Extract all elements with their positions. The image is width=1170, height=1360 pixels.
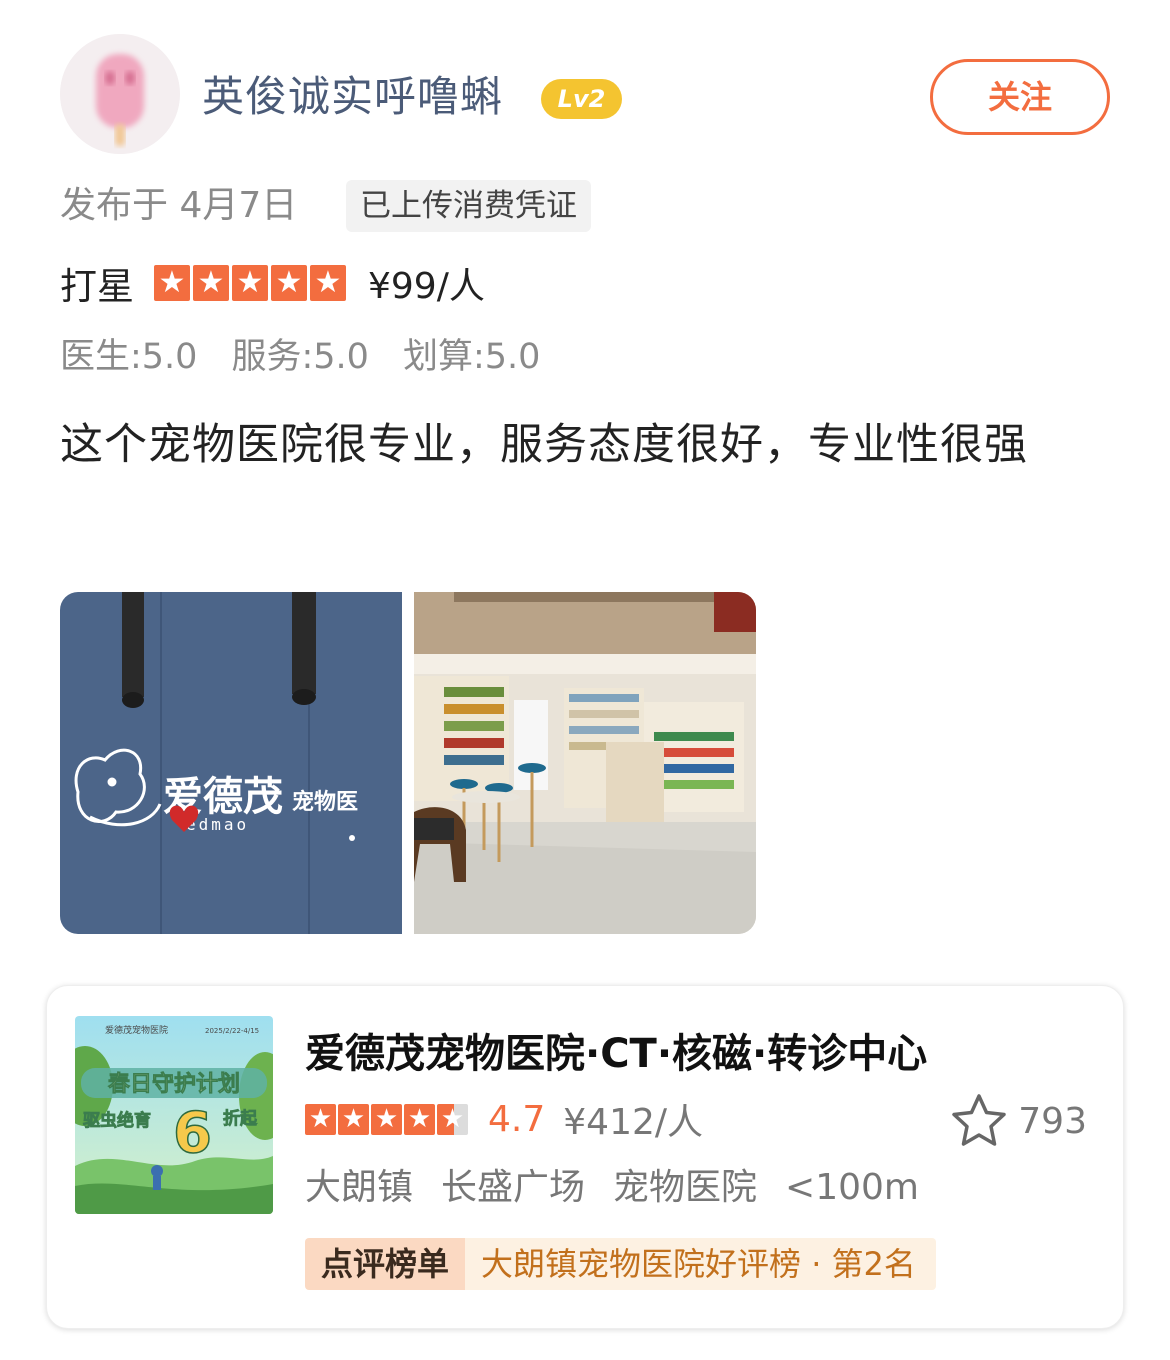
location-category: 宠物医院 [613, 1167, 758, 1208]
star-icon: ★ [371, 1103, 402, 1135]
popsicle-avatar-image [60, 34, 180, 154]
svg-text:2025/2/22-4/15: 2025/2/22-4/15 [205, 1027, 259, 1035]
svg-text:6: 6 [173, 1101, 212, 1166]
review-text: 这个宠物医院很专业，服务态度很好，专业性很强 [60, 420, 1028, 470]
shop-price: ¥412/人 [563, 1102, 704, 1143]
photo-clinic-interior[interactable] [414, 592, 756, 934]
shop-card[interactable]: 爱德茂宠物医院 2025/2/22-4/15 春日守护计划 驱虫绝育 6 折起 … [46, 985, 1124, 1329]
avatar[interactable] [60, 34, 180, 154]
ranking-text: 大朗镇宠物医院好评榜 · 第2名 [465, 1238, 936, 1290]
star-icon: ★ [310, 265, 346, 301]
username[interactable]: 英俊诚实呼噜蝌 [202, 68, 503, 126]
star-icon: ★ [271, 265, 307, 301]
svg-text:爱德茂宠物医院: 爱德茂宠物医院 [105, 1024, 168, 1036]
score-service: 服务:5.0 [231, 337, 369, 377]
half-star-icon: ★ [437, 1103, 468, 1135]
star-icon: ★ [232, 265, 268, 301]
shop-name[interactable]: 爱德茂宠物医院·CT·核磁·转诊中心 [305, 1026, 1065, 1082]
ranking-badge[interactable]: 点评榜单 大朗镇宠物医院好评榜 · 第2名 [305, 1238, 936, 1290]
ranking-tag: 点评榜单 [305, 1238, 466, 1290]
publish-date: 发布于 4月7日 [60, 185, 298, 226]
price-per-person: ¥99/人 [368, 266, 485, 307]
rating-label: 打星 [60, 265, 134, 308]
star-icon: ★ [193, 265, 229, 301]
location-plaza: 长盛广场 [441, 1167, 586, 1208]
rating-row: 打星 ★ ★ ★ ★ ★ ¥99/人 [60, 258, 485, 308]
shop-thumbnail[interactable]: 爱德茂宠物医院 2025/2/22-4/15 春日守护计划 驱虫绝育 6 折起 [75, 1016, 273, 1214]
level-badge: Lv2 [541, 79, 622, 119]
star-icon: ★ [305, 1103, 336, 1135]
svg-text:宠物医: 宠物医 [292, 789, 358, 815]
star-icon: ★ [154, 265, 190, 301]
favorite-count: 793 [1018, 1100, 1087, 1142]
shop-stars: ★ ★ ★ ★ ★ [305, 1103, 468, 1135]
rating-stars: ★ ★ ★ ★ ★ [154, 265, 346, 301]
location-area: 大朗镇 [305, 1167, 414, 1208]
star-icon: ★ [404, 1103, 435, 1135]
svg-text:驱虫绝育: 驱虫绝育 [83, 1110, 151, 1131]
svg-text:折起: 折起 [223, 1108, 258, 1129]
shop-rating-row: ★ ★ ★ ★ ★ 4.7 ¥412/人 [305, 1094, 703, 1144]
shop-score: 4.7 [488, 1098, 546, 1140]
score-doctor: 医生:5.0 [60, 337, 198, 377]
favorite-button[interactable]: 793 [950, 1092, 1087, 1150]
location-distance: <100m [785, 1167, 919, 1208]
score-value: 划算:5.0 [402, 337, 541, 377]
photo-storefront-sign[interactable]: 爱德茂 宠物医 edmao [60, 592, 402, 934]
receipt-badge: 已上传消费凭证 [346, 180, 591, 232]
shop-location: 大朗镇 长盛广场 宠物医院 <100m [305, 1162, 919, 1214]
svg-text:春日守护计划: 春日守护计划 [108, 1071, 240, 1097]
star-icon: ★ [338, 1103, 369, 1135]
sub-scores: 医生:5.0 服务:5.0 划算:5.0 [60, 334, 540, 380]
review-photos: 爱德茂 宠物医 edmao [60, 592, 756, 934]
star-outline-icon [952, 1094, 1007, 1146]
follow-button[interactable]: 关注 [930, 59, 1110, 135]
